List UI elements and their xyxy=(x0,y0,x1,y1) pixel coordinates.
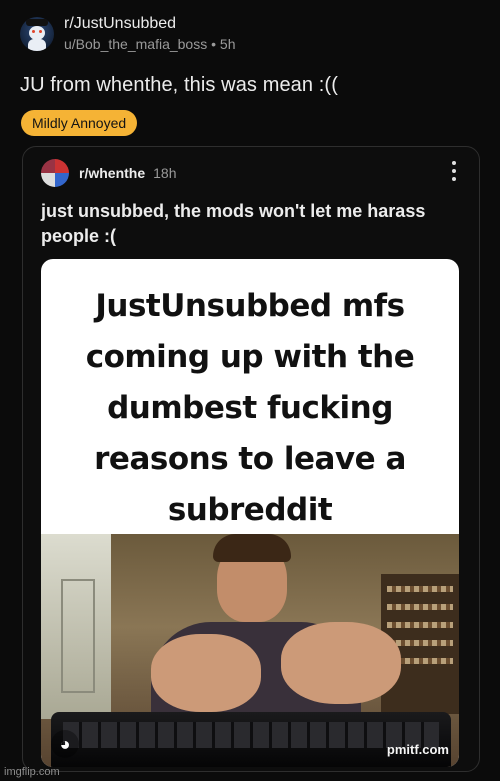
meme-caption-line: subreddit xyxy=(167,492,333,528)
crosspost-age: 18h xyxy=(153,165,177,181)
post-header: r/JustUnsubbed u/Bob_the_mafia_boss • 5h xyxy=(20,14,235,53)
more-options-icon[interactable] xyxy=(451,161,457,183)
post-flair[interactable]: Mildly Annoyed xyxy=(21,110,138,136)
app-watermark-icon: ◕ xyxy=(51,730,79,758)
byline-separator: • xyxy=(207,36,220,52)
right-hand xyxy=(281,622,401,704)
post-title[interactable]: JU from whenthe, this was mean :(( xyxy=(20,74,338,97)
post-age: 5h xyxy=(219,36,236,52)
meme-caption-line: JustUnsubbed mfs xyxy=(95,288,405,324)
meme-caption-line: coming up with the xyxy=(85,339,415,375)
keyboard xyxy=(51,712,451,767)
author-name[interactable]: u/Bob_the_mafia_boss xyxy=(64,36,207,52)
subreddit-avatar[interactable] xyxy=(20,16,54,51)
crosspost-subreddit-avatar[interactable] xyxy=(41,159,69,187)
crosspost-image[interactable]: JustUnsubbed mfs coming up with the dumb… xyxy=(41,259,459,767)
background-window xyxy=(41,534,111,719)
left-hand xyxy=(151,634,261,712)
crosspost-card[interactable]: r/whenthe 18h just unsubbed, the mods wo… xyxy=(22,146,480,772)
imgflip-watermark: imgflip.com xyxy=(4,766,60,778)
crosspost-header: r/whenthe 18h xyxy=(41,159,176,187)
crosspost-subreddit[interactable]: r/whenthe xyxy=(79,165,145,181)
post-byline: u/Bob_the_mafia_boss • 5h xyxy=(64,35,235,53)
meme-photo: ◕ pmitf.com xyxy=(41,534,459,767)
meme-caption-line: reasons to leave a xyxy=(94,441,406,477)
subreddit-name[interactable]: r/JustUnsubbed xyxy=(64,14,235,33)
meme-caption: JustUnsubbed mfs coming up with the dumb… xyxy=(41,281,459,536)
meme-caption-line: dumbest fucking xyxy=(107,390,393,426)
person-hair xyxy=(213,534,291,562)
image-watermark: pmitf.com xyxy=(386,742,449,757)
crosspost-title[interactable]: just unsubbed, the mods won't let me har… xyxy=(41,199,461,249)
